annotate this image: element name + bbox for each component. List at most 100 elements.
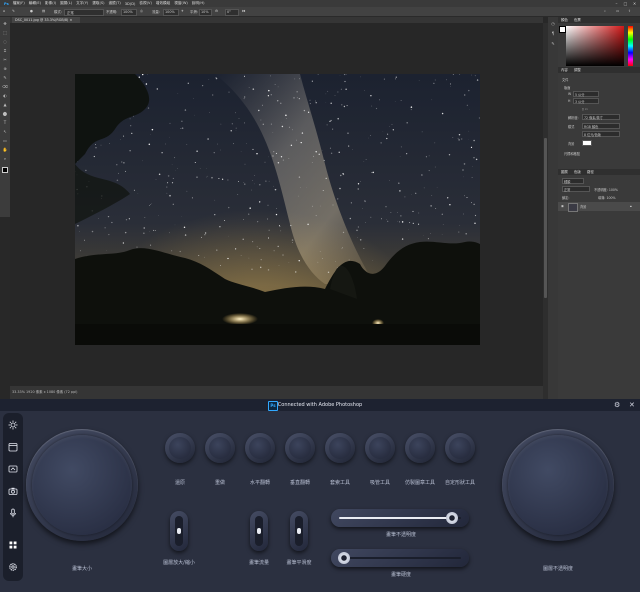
menu-image[interactable]: 影像(I) — [45, 1, 56, 6]
flip-horizontal-button[interactable] — [245, 433, 275, 463]
bit-depth-select[interactable]: 8 位元/色版 — [582, 131, 620, 137]
height-input[interactable]: 3 公分 — [573, 98, 599, 104]
shape-tool-icon[interactable]: ▭ — [2, 138, 8, 143]
menu-3d[interactable]: 3D(D) — [125, 2, 136, 6]
close-tab-icon[interactable]: × — [69, 18, 72, 22]
tab-adjustments[interactable]: 調整 — [574, 67, 581, 73]
menu-file[interactable]: 檔案(F) — [13, 1, 25, 6]
tab-layers[interactable]: 圖層 — [561, 169, 568, 175]
menu-help[interactable]: 說明(H) — [192, 1, 205, 6]
opacity-input[interactable]: 100% — [121, 9, 137, 16]
redo-button[interactable] — [205, 433, 235, 463]
menu-filter[interactable]: 濾鏡(T) — [109, 1, 121, 6]
apps-grid-icon[interactable] — [7, 539, 19, 551]
brush-size-knob[interactable] — [26, 429, 138, 541]
lasso-tool-button[interactable] — [325, 433, 355, 463]
custom-shape-tool-button[interactable] — [445, 433, 475, 463]
tab-channels[interactable]: 色版 — [574, 169, 581, 175]
brush-smoothing-toggle[interactable] — [290, 511, 308, 551]
menu-select[interactable]: 選取(S) — [92, 1, 104, 6]
menu-type[interactable]: 文字(Y) — [76, 1, 88, 6]
move-tool-icon[interactable]: ✥ — [2, 21, 8, 26]
settings-gear-icon[interactable]: ⚙ — [614, 401, 620, 409]
eye-icon[interactable]: ◉ — [561, 204, 564, 208]
layer-opacity[interactable]: 不透明度: 100% — [594, 187, 618, 192]
microphone-icon[interactable] — [7, 507, 19, 519]
sharpen-tool-icon[interactable]: ▲ — [2, 102, 8, 107]
screen-icon[interactable] — [7, 463, 19, 475]
width-input[interactable]: 5 公分 — [573, 91, 599, 97]
crop-tool-icon[interactable]: ⌗ — [2, 48, 8, 53]
blend-mode-select[interactable]: 正常 — [562, 186, 590, 192]
airbrush-icon[interactable]: ✈ — [181, 9, 184, 13]
undo-button[interactable] — [165, 433, 195, 463]
eraser-tool-icon[interactable]: ⌫ — [2, 84, 8, 89]
minimize-icon[interactable]: – — [614, 1, 619, 6]
hue-slider[interactable] — [628, 26, 633, 66]
brush-preset-icon[interactable]: ● — [30, 9, 33, 13]
dodge-tool-icon[interactable]: ⬤ — [2, 111, 8, 116]
brush-opacity-slider[interactable] — [331, 509, 469, 527]
search-icon[interactable]: ⌕ — [604, 9, 606, 13]
layer-kind-filter[interactable]: 種類 — [562, 178, 584, 184]
menu-plugins[interactable]: 增效模組 — [156, 1, 170, 6]
smooth-input[interactable]: 10% — [199, 9, 212, 16]
hand-tool-icon[interactable]: ✋ — [2, 147, 8, 152]
layer-fill[interactable]: 填滿: 100% — [598, 195, 616, 200]
pressure-opacity-icon[interactable]: ◎ — [140, 9, 143, 13]
paragraph-icon[interactable]: ¶ — [550, 31, 556, 36]
tab-properties[interactable]: 內容 — [561, 67, 568, 73]
lasso-tool-icon[interactable]: ◌ — [2, 39, 8, 44]
brightness-icon[interactable] — [7, 419, 19, 431]
brush-settings-icon[interactable]: ▤ — [42, 9, 45, 13]
scroll-thumb[interactable] — [544, 138, 547, 298]
eyedropper-tool-button[interactable] — [365, 433, 395, 463]
camera-icon[interactable] — [7, 485, 19, 497]
color-mode-select[interactable]: RGB 顏色 — [582, 123, 620, 129]
flip-vertical-button[interactable] — [285, 433, 315, 463]
layer-opacity-knob[interactable] — [502, 429, 614, 541]
healing-tool-icon[interactable]: ⊕ — [2, 66, 8, 71]
tab-paths[interactable]: 路徑 — [587, 169, 594, 175]
maximize-icon[interactable]: □ — [623, 1, 628, 6]
clone-stamp-tool-button[interactable] — [405, 433, 435, 463]
slice-tool-icon[interactable]: ✂ — [2, 57, 8, 62]
history-icon[interactable]: ◷ — [550, 21, 556, 26]
brush-panel-icon[interactable]: ✎ — [550, 41, 556, 46]
mode-select[interactable]: 正常 — [64, 9, 104, 16]
path-select-tool-icon[interactable]: ↖ — [2, 129, 8, 134]
symmetry-icon[interactable]: ⧓ — [242, 9, 245, 13]
home-icon[interactable]: ⌂ — [3, 9, 5, 13]
resolution-input[interactable]: 72 像素/英寸 — [582, 114, 620, 120]
close-icon[interactable]: ✕ — [629, 401, 635, 409]
share-icon[interactable]: ⇪ — [628, 9, 631, 13]
menu-view[interactable]: 檢視(V) — [139, 1, 151, 6]
brush-tool-icon[interactable]: ✎ — [12, 9, 15, 13]
brush-flow-toggle[interactable] — [250, 511, 268, 551]
orientation-icon[interactable]: ▯ ▭ — [582, 107, 588, 111]
flow-input[interactable]: 100% — [163, 9, 179, 16]
type-tool-icon[interactable]: T — [2, 120, 8, 125]
layer-zoom-toggle[interactable] — [170, 511, 188, 551]
brush-opacity-thumb[interactable] — [446, 512, 459, 524]
menu-window[interactable]: 視窗(W) — [174, 1, 188, 6]
background-color-swatch[interactable] — [582, 140, 592, 146]
foreground-swatch[interactable] — [559, 26, 566, 33]
menu-edit[interactable]: 編輯(E) — [29, 1, 41, 6]
smoothing-options-icon[interactable]: ⚙ — [215, 9, 218, 13]
layer-row[interactable]: ◉ 背景 🔒︎ — [558, 202, 640, 212]
brush-tool-icon[interactable]: ✎ — [2, 75, 8, 80]
gradient-tool-icon[interactable]: ◐ — [2, 93, 8, 98]
milky-way-photo[interactable] — [75, 74, 480, 345]
color-picker-field[interactable] — [566, 26, 624, 66]
brush-hardness-slider[interactable] — [331, 549, 469, 567]
marquee-tool-icon[interactable]: ⬚ — [2, 30, 8, 35]
brush-hardness-thumb[interactable] — [337, 552, 350, 564]
workspace-icon[interactable]: ▭ — [616, 9, 619, 13]
rulers-grids-section[interactable]: 尺標和格點 — [564, 151, 580, 156]
settings-icon[interactable] — [7, 561, 19, 573]
calendar-icon[interactable] — [7, 441, 19, 453]
angle-input[interactable]: 0° — [225, 9, 239, 16]
zoom-tool-icon[interactable]: ⌕ — [2, 156, 8, 161]
ps-home-icon[interactable]: Ps — [4, 2, 9, 6]
